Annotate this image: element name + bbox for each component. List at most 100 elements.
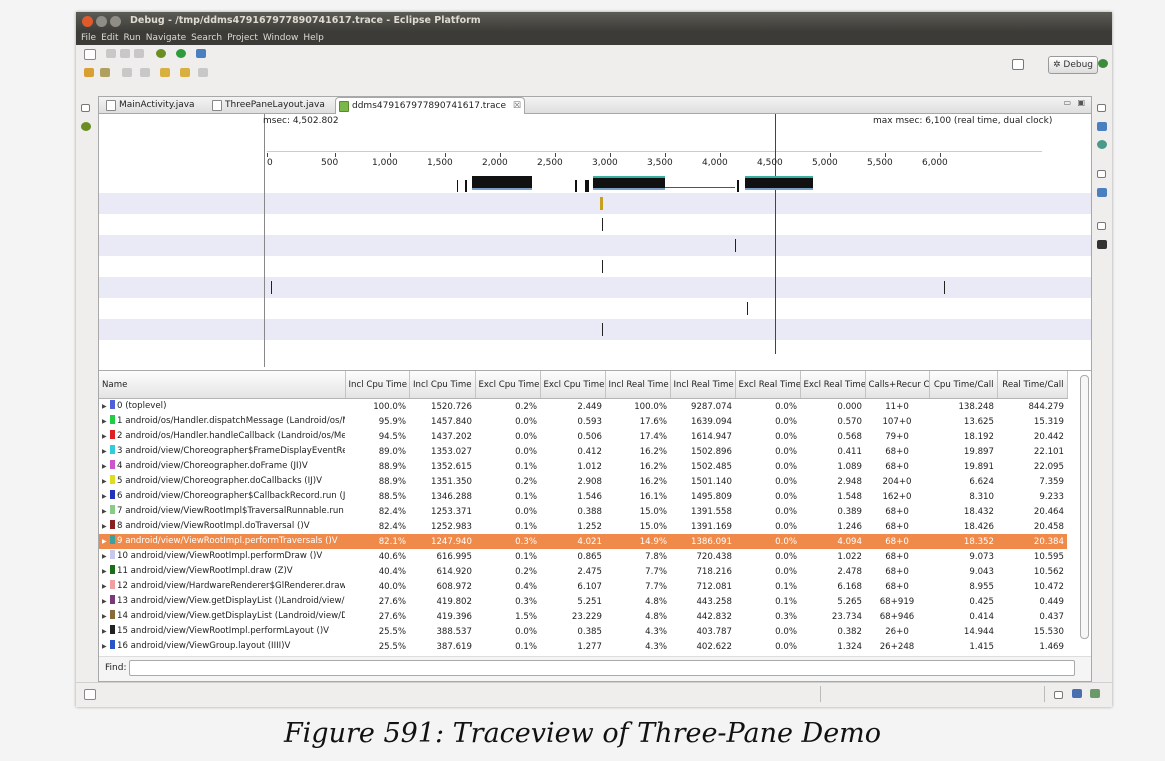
open-perspective-icon[interactable] (84, 68, 94, 77)
minimize-editor-icon[interactable]: ▭ (1063, 98, 1071, 107)
ddms-perspective-icon[interactable] (1098, 59, 1108, 68)
save-icon[interactable] (106, 49, 116, 58)
column-header[interactable]: Cpu Time/Call (929, 371, 998, 399)
minimize-window-button[interactable] (96, 16, 107, 27)
table-row[interactable]: ▶ 14 android/view/View.getDisplayList (La… (99, 609, 1067, 624)
expand-arrow-icon[interactable]: ▶ (102, 625, 110, 639)
forward-icon[interactable] (198, 68, 208, 77)
menu-run[interactable]: Run (124, 32, 141, 45)
expand-arrow-icon[interactable]: ▶ (102, 520, 110, 534)
expand-arrow-icon[interactable]: ▶ (102, 415, 110, 429)
print-icon[interactable] (134, 49, 144, 58)
run-icon[interactable] (176, 49, 186, 58)
tab-three-pane-layout[interactable]: ThreePaneLayout.java (209, 97, 343, 113)
menu-search[interactable]: Search (191, 32, 222, 45)
prev-annotation-icon[interactable] (140, 68, 150, 77)
column-header[interactable]: Name (99, 371, 346, 399)
breakpoints-icon[interactable] (1097, 140, 1107, 149)
table-row[interactable]: ▶ 0 (toplevel) 100.0% 1520.726 0.2% 2.449 100.… (99, 399, 1067, 415)
back-icon[interactable] (180, 68, 190, 77)
tab-trace[interactable]: ddms479167977890741617.trace ☒ (335, 97, 525, 114)
maximize-window-button[interactable] (110, 16, 121, 27)
external-tools-icon[interactable] (196, 49, 206, 58)
restore-icon[interactable] (1097, 104, 1106, 112)
expand-arrow-icon[interactable]: ▶ (102, 550, 110, 564)
table-row[interactable]: ▶ 16 android/view/ViewGroup.layout (IIII)… (99, 639, 1067, 654)
restore-icon[interactable] (81, 104, 90, 112)
table-row[interactable]: ▶ 1 android/os/Handler.dispatchMessage (L… (99, 414, 1067, 429)
table-row[interactable]: ▶ 4 android/view/Choreographer.doFrame (J… (99, 459, 1067, 474)
column-header[interactable]: Excl Real Time (800, 371, 866, 399)
method-name: 14 android/view/View.getDisplayList (Lan… (117, 611, 345, 621)
value-cell: 0.425 (969, 596, 994, 607)
menu-edit[interactable]: Edit (101, 32, 118, 45)
expand-arrow-icon[interactable]: ▶ (102, 460, 110, 474)
table-row[interactable]: ▶ 6 android/view/Choreographer$CallbackRe… (99, 489, 1067, 504)
time-cursor-line[interactable] (775, 114, 776, 354)
debug-view-icon[interactable] (81, 122, 91, 131)
save-all-icon[interactable] (120, 49, 130, 58)
restore-icon[interactable] (1097, 170, 1106, 178)
table-scrollbar[interactable] (1080, 375, 1089, 639)
annotation-icon[interactable] (100, 68, 110, 77)
expand-arrow-icon[interactable]: ▶ (102, 535, 110, 549)
outline-icon[interactable] (1097, 188, 1107, 197)
expand-arrow-icon[interactable]: ▶ (102, 580, 110, 594)
table-row[interactable]: ▶ 2 android/os/Handler.handleCallback (La… (99, 429, 1067, 444)
tab-main-activity[interactable]: MainActivity.java (103, 97, 217, 113)
new-icon[interactable] (84, 49, 96, 60)
column-header[interactable]: Real Time/Call (997, 371, 1068, 399)
next-annotation-icon[interactable] (122, 68, 132, 77)
table-row[interactable]: ▶ 3 android/view/Choreographer$FrameDispl… (99, 444, 1067, 459)
method-name: 8 android/view/ViewRootImpl.doTraversal … (117, 521, 310, 531)
fast-view-icon[interactable] (84, 689, 96, 700)
expand-arrow-icon[interactable]: ▶ (102, 490, 110, 504)
column-header[interactable]: Excl Cpu Time (540, 371, 606, 399)
open-perspective-button-icon[interactable] (1012, 59, 1024, 70)
timeline-canvas[interactable]: 0 500 1,000 1,500 2,000 2,500 3,000 3,500 4,000 4… (267, 114, 1091, 367)
column-header[interactable]: Incl Real Time (670, 371, 736, 399)
close-window-button[interactable] (82, 16, 93, 27)
column-header[interactable]: Excl Real Time (735, 371, 801, 399)
expand-arrow-icon[interactable]: ▶ (102, 595, 110, 609)
menu-help[interactable]: Help (303, 32, 324, 45)
restore-icon[interactable] (1097, 222, 1106, 230)
expand-arrow-icon[interactable]: ▶ (102, 430, 110, 444)
table-row[interactable]: ▶ 10 android/view/ViewRootImpl.performDra… (99, 549, 1067, 564)
expand-arrow-icon[interactable]: ▶ (102, 445, 110, 459)
expand-arrow-icon[interactable]: ▶ (102, 505, 110, 519)
table-row[interactable]: ▶ 9 android/view/ViewRootImpl.performTrav… (99, 534, 1067, 549)
table-row[interactable]: ▶ 7 android/view/ViewRootImpl$TraversalRu… (99, 504, 1067, 519)
debug-icon[interactable] (156, 49, 166, 58)
find-input[interactable] (129, 660, 1075, 676)
table-row[interactable]: ▶ 11 android/view/ViewRootImpl.draw (Z)V 4… (99, 564, 1067, 579)
menu-project[interactable]: Project (227, 32, 258, 45)
column-header[interactable]: Incl Cpu Time (345, 371, 410, 399)
debug-perspective-button[interactable]: ✲ Debug (1047, 56, 1098, 74)
expand-arrow-icon[interactable]: ▶ (102, 400, 110, 414)
column-header[interactable]: Calls+Recur Calls/Total (865, 371, 930, 399)
menu-navigate[interactable]: Navigate (146, 32, 186, 45)
expand-arrow-icon[interactable]: ▶ (102, 610, 110, 624)
column-header[interactable]: Incl Real Time (605, 371, 671, 399)
table-row[interactable]: ▶ 15 android/view/ViewRootImpl.performLay… (99, 624, 1067, 639)
table-row[interactable]: ▶ 12 android/view/HardwareRenderer$GlRend… (99, 579, 1067, 594)
table-row[interactable]: ▶ 8 android/view/ViewRootImpl.doTraversal… (99, 519, 1067, 534)
expand-arrow-icon[interactable]: ▶ (102, 475, 110, 489)
close-tab-icon[interactable]: ☒ (513, 101, 521, 111)
console-icon[interactable] (1097, 240, 1107, 249)
menu-file[interactable]: File (81, 32, 96, 45)
variables-icon[interactable] (1097, 122, 1107, 131)
column-header[interactable]: Incl Cpu Time (409, 371, 476, 399)
menu-window[interactable]: Window (263, 32, 299, 45)
expand-arrow-icon[interactable]: ▶ (102, 640, 110, 654)
table-row[interactable]: ▶ 13 android/view/View.getDisplayList ()L… (99, 594, 1067, 609)
last-edit-icon[interactable] (160, 68, 170, 77)
maximize-editor-icon[interactable]: ▣ (1077, 98, 1085, 107)
restore-icon[interactable] (1054, 691, 1063, 699)
tasks-view-icon[interactable] (1090, 689, 1100, 698)
table-row[interactable]: ▶ 5 android/view/Choreographer.doCallback… (99, 474, 1067, 489)
expand-arrow-icon[interactable]: ▶ (102, 565, 110, 579)
column-header[interactable]: Excl Cpu Time (475, 371, 541, 399)
problems-view-icon[interactable] (1072, 689, 1082, 698)
